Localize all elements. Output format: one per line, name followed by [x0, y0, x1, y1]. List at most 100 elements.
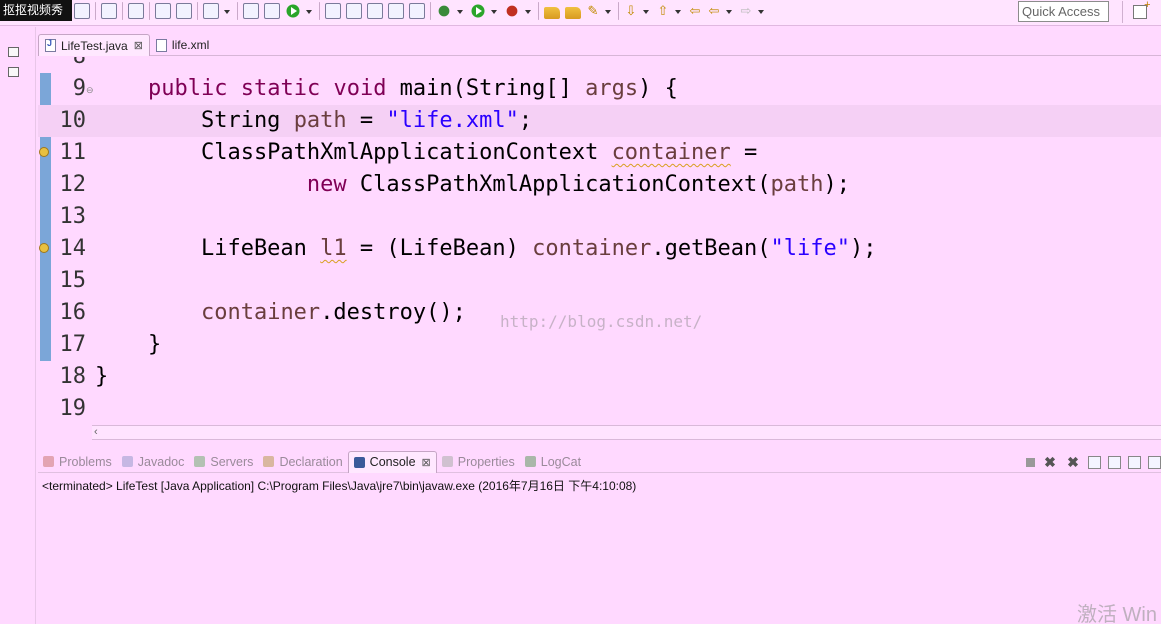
tab-label: Servers — [210, 454, 254, 469]
debug-icon[interactable] — [436, 3, 452, 19]
editor-tab-bar: LifeTest.java ⊠ life.xml — [38, 34, 1161, 56]
pen-dropdown-icon[interactable] — [605, 3, 612, 19]
fold-collapse-icon[interactable]: ⊖ — [86, 85, 94, 96]
close-icon[interactable]: ⊠ — [134, 39, 143, 52]
tab-label: Console — [369, 455, 416, 469]
tab-life-xml[interactable]: life.xml — [150, 34, 215, 56]
new-package-icon[interactable] — [264, 3, 280, 19]
editor-horizontal-scrollbar[interactable]: ‹ — [92, 425, 1161, 440]
tab-console[interactable]: Console ⊠ — [347, 450, 437, 473]
package-explorer-icon[interactable] — [8, 67, 19, 77]
previous-annotation-icon[interactable]: ⇧ — [656, 3, 670, 19]
external-tools-icon[interactable] — [504, 3, 520, 19]
back-dropdown-icon[interactable] — [726, 3, 733, 19]
mark-occurrences-icon[interactable] — [346, 3, 362, 19]
tab-servers[interactable]: Servers — [189, 451, 258, 473]
tab-properties[interactable]: Properties — [437, 451, 520, 473]
restore-icon[interactable] — [8, 47, 19, 57]
sdk-manager-icon[interactable] — [176, 3, 192, 19]
toolbar-separator — [430, 2, 431, 20]
next-annotation-icon[interactable]: ⇩ — [624, 3, 638, 19]
task-icon[interactable] — [367, 3, 383, 19]
tab-lifetest-java[interactable]: LifeTest.java ⊠ — [38, 34, 150, 56]
remove-launch-icon[interactable]: ✖ — [1042, 455, 1058, 469]
avd-manager-icon[interactable] — [155, 3, 171, 19]
open-console-icon[interactable] — [1148, 455, 1161, 469]
tab-logcat[interactable]: LogCat — [520, 451, 586, 473]
code-line[interactable]: 17 } — [38, 329, 1161, 361]
toolbar-separator — [618, 2, 619, 20]
console-toolbar: ✖ ✖ — [1019, 451, 1161, 473]
code-line[interactable]: 18 } — [38, 361, 1161, 393]
next-annotation-dropdown-icon[interactable] — [643, 3, 650, 19]
open-type-icon[interactable] — [325, 3, 341, 19]
show-whitespace-icon[interactable] — [409, 3, 425, 19]
pin-console-icon[interactable] — [1108, 455, 1121, 469]
line-number: 13 — [59, 204, 87, 229]
last-edit-icon[interactable]: ⇦ — [688, 3, 702, 19]
refresh-dropdown-icon[interactable] — [306, 3, 313, 19]
debug-dropdown-icon[interactable] — [457, 3, 464, 19]
console-icon — [353, 456, 365, 468]
close-icon[interactable]: ⊠ — [422, 456, 431, 469]
tab-label: Javadoc — [137, 454, 185, 469]
new-android-project-icon[interactable] — [243, 3, 259, 19]
line-number: 18 — [59, 364, 87, 389]
line-number: 11 — [59, 140, 87, 165]
open-folder-icon[interactable] — [565, 6, 581, 19]
code-text: String path = "life.xml"; — [95, 108, 533, 133]
skip-breakpoints-icon[interactable] — [128, 3, 144, 19]
forward-icon[interactable]: ⇨ — [739, 3, 753, 19]
line-number: 14 — [59, 236, 87, 261]
code-line[interactable]: 19 — [38, 393, 1161, 425]
forward-dropdown-icon[interactable] — [758, 3, 765, 19]
tab-declaration[interactable]: Declaration — [258, 451, 347, 473]
code-line-current[interactable]: 10 String path = "life.xml"; — [38, 105, 1161, 137]
lint-check-icon[interactable] — [203, 3, 219, 19]
refresh-icon[interactable] — [285, 3, 301, 19]
quick-access-input[interactable]: Quick Access — [1018, 1, 1109, 22]
code-text: } — [95, 364, 109, 389]
console-status-line: <terminated> LifeTest [Java Application]… — [42, 479, 637, 493]
tab-label: Problems — [59, 454, 112, 469]
toggle-block-selection-icon[interactable] — [388, 3, 404, 19]
new-java-project-icon[interactable] — [544, 6, 560, 19]
warning-icon[interactable] — [39, 147, 49, 157]
code-line[interactable]: 14 LifeBean l1 = (LifeBean) container.ge… — [38, 233, 1161, 265]
code-line[interactable]: 8 — [38, 57, 1161, 73]
tab-javadoc[interactable]: Javadoc — [117, 451, 190, 473]
terminal-icon[interactable] — [101, 3, 117, 19]
lint-dropdown-icon[interactable] — [224, 3, 231, 19]
toolbar-separator — [237, 2, 238, 20]
display-selected-console-icon[interactable] — [1128, 455, 1141, 469]
toolbar-separator — [122, 2, 123, 20]
terminate-icon[interactable] — [1026, 458, 1035, 467]
declaration-icon — [263, 456, 275, 467]
previous-annotation-dropdown-icon[interactable] — [675, 3, 682, 19]
open-perspective-button[interactable] — [1122, 0, 1156, 23]
run-icon[interactable] — [470, 3, 486, 19]
scroll-left-icon[interactable]: ‹ — [94, 426, 98, 439]
java-file-icon — [45, 38, 56, 52]
code-line[interactable]: 12 new ClassPathXmlApplicationContext(pa… — [38, 169, 1161, 201]
open-perspective-icon — [1132, 0, 1151, 19]
logcat-icon — [524, 456, 536, 467]
code-line[interactable]: 15 — [38, 265, 1161, 297]
print-icon[interactable] — [74, 3, 90, 19]
code-line[interactable]: 11 ClassPathXmlApplicationContext contai… — [38, 137, 1161, 169]
pen-icon[interactable]: ✎ — [586, 3, 600, 19]
run-dropdown-icon[interactable] — [491, 3, 498, 19]
external-tools-dropdown-icon[interactable] — [525, 3, 532, 19]
warning-icon[interactable] — [39, 243, 49, 253]
code-editor[interactable]: 8 9 ⊖ public static void main(String[] a… — [38, 57, 1161, 425]
toolbar-separator — [197, 2, 198, 20]
problems-icon — [43, 456, 54, 467]
scroll-lock-icon[interactable] — [1088, 455, 1101, 469]
code-line[interactable]: 13 — [38, 201, 1161, 233]
code-text: new ClassPathXmlApplicationContext(path)… — [306, 172, 850, 197]
back-icon[interactable]: ⇦ — [707, 3, 721, 19]
code-line[interactable]: 9 ⊖ public static void main(String[] arg… — [38, 73, 1161, 105]
remove-all-terminated-icon[interactable]: ✖ — [1065, 455, 1081, 469]
servers-icon — [194, 456, 206, 467]
tab-problems[interactable]: Problems — [38, 451, 117, 473]
